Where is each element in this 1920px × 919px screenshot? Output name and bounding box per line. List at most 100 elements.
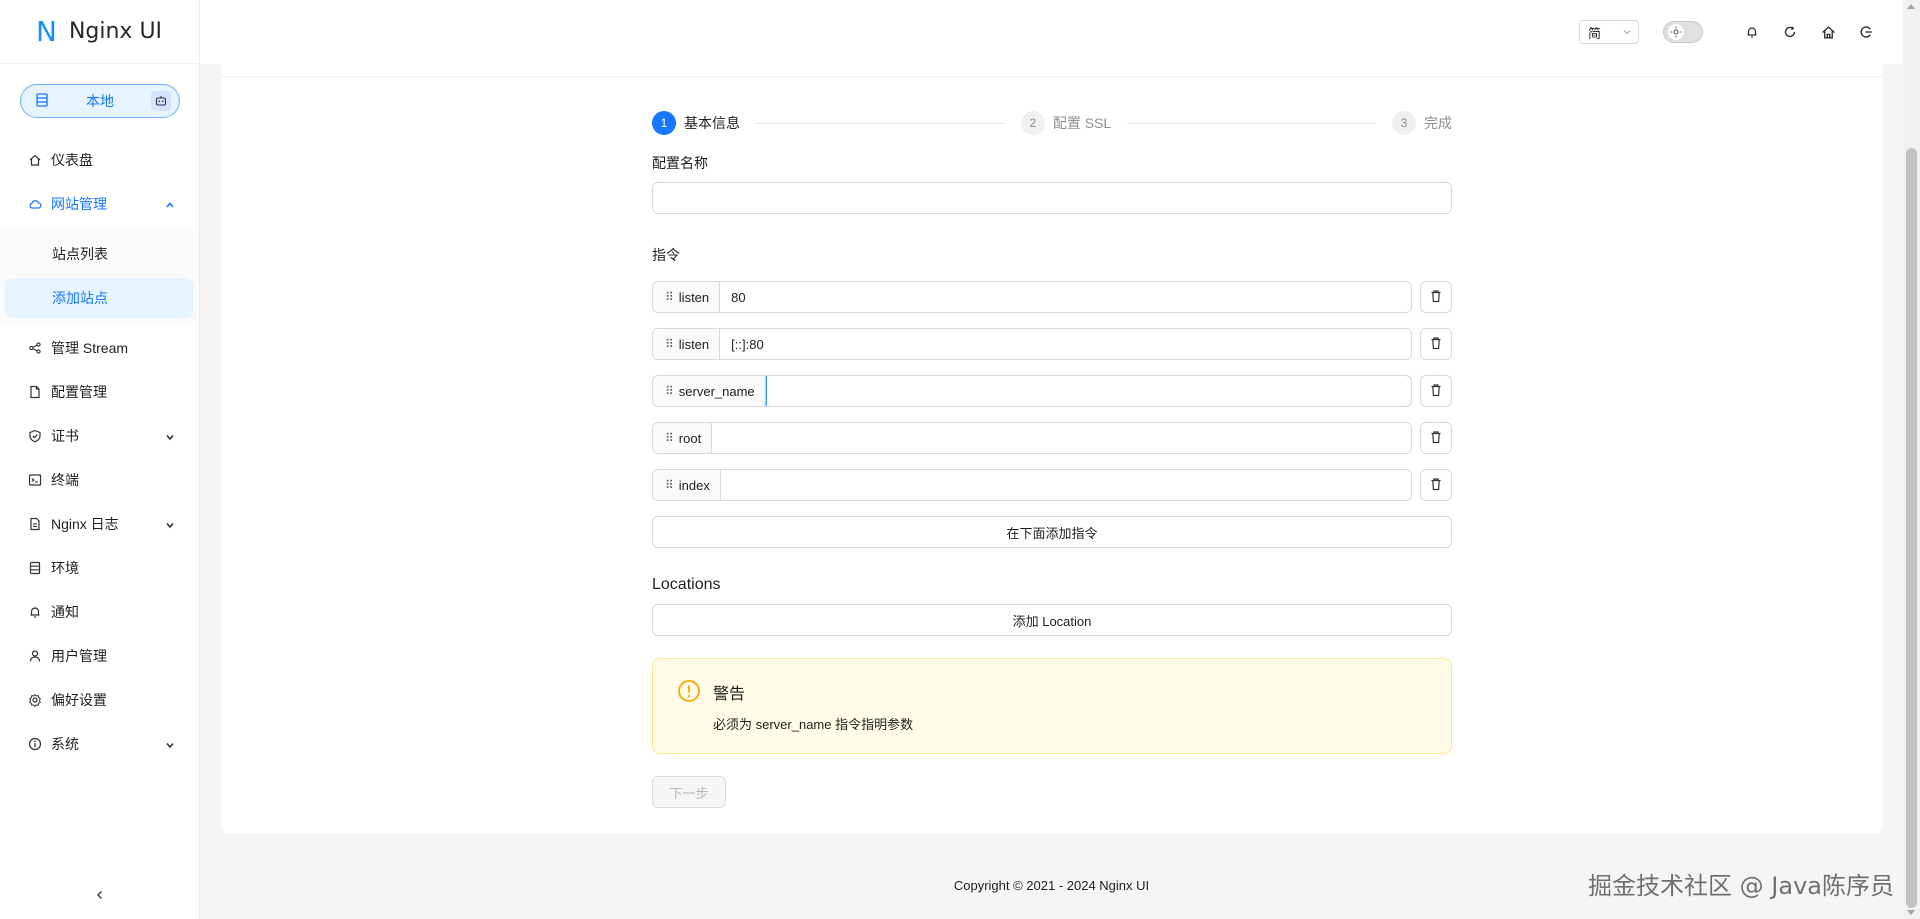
sidebar-item-sites[interactable]: 网站管理 [5,184,194,224]
directive-value-input[interactable]: 80 [720,282,1411,312]
delete-directive-button[interactable] [1420,328,1452,360]
sidebar-item-stream[interactable]: 管理 Stream [5,328,194,368]
trash-icon [1429,383,1443,400]
add-directive-button[interactable]: 在下面添加指令 [652,516,1452,548]
sidebar-menu: 仪表盘 网站管理 站点列表 添加站点 管理 Stream 配置管理 证书 终端 … [0,136,199,768]
theme-toggle[interactable] [1663,21,1703,43]
directive-name: listen [678,289,710,305]
sidebar-item-preferences[interactable]: 偏好设置 [5,680,194,720]
directive-value-input[interactable] [712,423,1411,453]
sidebar-item-users[interactable]: 用户管理 [5,636,194,676]
cloud-icon [27,196,43,212]
language-select[interactable]: 简 [1579,20,1639,44]
sidebar-item-site-list[interactable]: 站点列表 [5,234,194,274]
scroll-up-arrow[interactable] [1907,4,1915,9]
config-name-input[interactable] [652,182,1452,214]
warning-alert: 警告 必须为 server_name 指令指明参数 [652,658,1452,754]
reload-icon[interactable] [1781,23,1799,41]
step-finish: 3 完成 [1392,111,1452,135]
alert-title: 警告 [713,686,746,703]
drag-handle[interactable]: ⠿ root [653,423,713,453]
directive-value-input[interactable] [720,470,1411,500]
robot-icon[interactable] [151,91,171,111]
step-number: 1 [652,111,676,135]
config-name-label: 配置名称 [652,155,708,171]
sidebar-item-terminal[interactable]: 终端 [5,460,194,500]
sidebar-item-label: 证书 [51,428,79,444]
chevron-down-icon [164,738,176,750]
sidebar-item-label: 配置管理 [51,384,107,400]
add-site-form: 1 基本信息 2 配置 SSL 3 完成 配置名称 指令 ⠿ listen 80 … [652,110,1452,808]
sidebar-item-label: 网站管理 [51,196,107,212]
sidebar-item-label: 用户管理 [51,648,107,664]
sidebar-item-label: Nginx 日志 [51,516,119,532]
sidebar-item-label: 管理 Stream [51,340,129,356]
delete-directive-button[interactable] [1420,281,1452,313]
step-number: 3 [1392,111,1417,135]
sun-icon [1668,24,1684,40]
directive-value-input[interactable] [765,376,1411,406]
database-icon [27,560,43,576]
steps-indicator: 1 基本信息 2 配置 SSL 3 完成 [652,110,1452,136]
language-value: 简 [1588,25,1602,41]
sidebar-item-add-site[interactable]: 添加站点 [5,278,194,318]
step-connector [1127,122,1377,124]
sidebar-item-label: 仪表盘 [51,152,93,168]
directive-row: ⠿ listen 80 [652,281,1452,313]
add-location-button[interactable]: 添加 Location [652,604,1452,636]
chevron-left-icon [94,888,106,904]
directive-name: server_name [678,383,755,399]
chevron-up-icon [164,198,176,210]
drag-handle[interactable]: ⠿ index [653,470,721,500]
app-name: Nginx UI [68,19,163,44]
trash-icon [1429,430,1443,447]
drag-icon: ⠿ [665,431,674,445]
directive-field: ⠿ root [652,422,1412,454]
sidebar-item-certificates[interactable]: 证书 [5,416,194,456]
sidebar-item-environment[interactable]: 环境 [5,548,194,588]
delete-directive-button[interactable] [1420,469,1452,501]
drag-handle[interactable]: ⠿ listen [653,282,721,312]
environment-selector[interactable]: 本地 [20,84,180,118]
step-label: 基本信息 [684,115,740,131]
delete-directive-button[interactable] [1420,375,1452,407]
collapse-sidebar-button[interactable] [0,881,199,911]
sidebar-item-dashboard[interactable]: 仪表盘 [5,140,194,180]
card-header-strip [221,64,1883,77]
bell-icon[interactable] [1743,23,1761,41]
directive-field: ⠿ listen 80 [652,281,1412,313]
step-label: 配置 SSL [1052,115,1112,131]
page-scrollbar[interactable] [1903,0,1920,919]
drag-handle[interactable]: ⠿ listen [653,329,721,359]
logout-icon[interactable] [1857,23,1875,41]
trash-icon [1429,289,1443,306]
directive-value-input[interactable]: [::]:80 [720,329,1411,359]
scroll-down-arrow[interactable] [1907,910,1915,915]
next-step-button[interactable]: 下一步 [652,776,726,808]
sidebar-item-label: 环境 [51,560,79,576]
settings-icon [27,692,43,708]
drag-handle[interactable]: ⠿ server_name [653,376,766,406]
sites-submenu: 站点列表 添加站点 [0,228,199,324]
sidebar-item-config[interactable]: 配置管理 [5,372,194,412]
sidebar-item-label: 偏好设置 [51,692,107,708]
drag-icon: ⠿ [665,478,674,492]
share-icon [27,340,43,356]
step-number: 2 [1020,111,1045,135]
locations-label: Locations [652,576,721,593]
app-logo[interactable]: N Nginx UI [0,0,199,64]
file-text-icon [27,516,43,532]
directive-field: ⠿ index [652,469,1412,501]
sidebar-item-nginx-log[interactable]: Nginx 日志 [5,504,194,544]
sidebar-item-label: 站点列表 [52,246,108,262]
home-icon[interactable] [1819,23,1837,41]
sidebar-item-system[interactable]: 系统 [5,724,194,764]
home-icon [27,152,43,168]
sidebar-item-notifications[interactable]: 通知 [5,592,194,632]
scrollbar-thumb[interactable] [1906,148,1917,908]
sidebar: N Nginx UI 本地 仪表盘 网站管理 站点列表 添加站点 管理 Stre… [0,0,200,919]
exclamation-circle-icon [677,679,701,703]
directive-name: index [678,477,710,493]
directive-row: ⠿ listen [::]:80 [652,328,1452,360]
delete-directive-button[interactable] [1420,422,1452,454]
